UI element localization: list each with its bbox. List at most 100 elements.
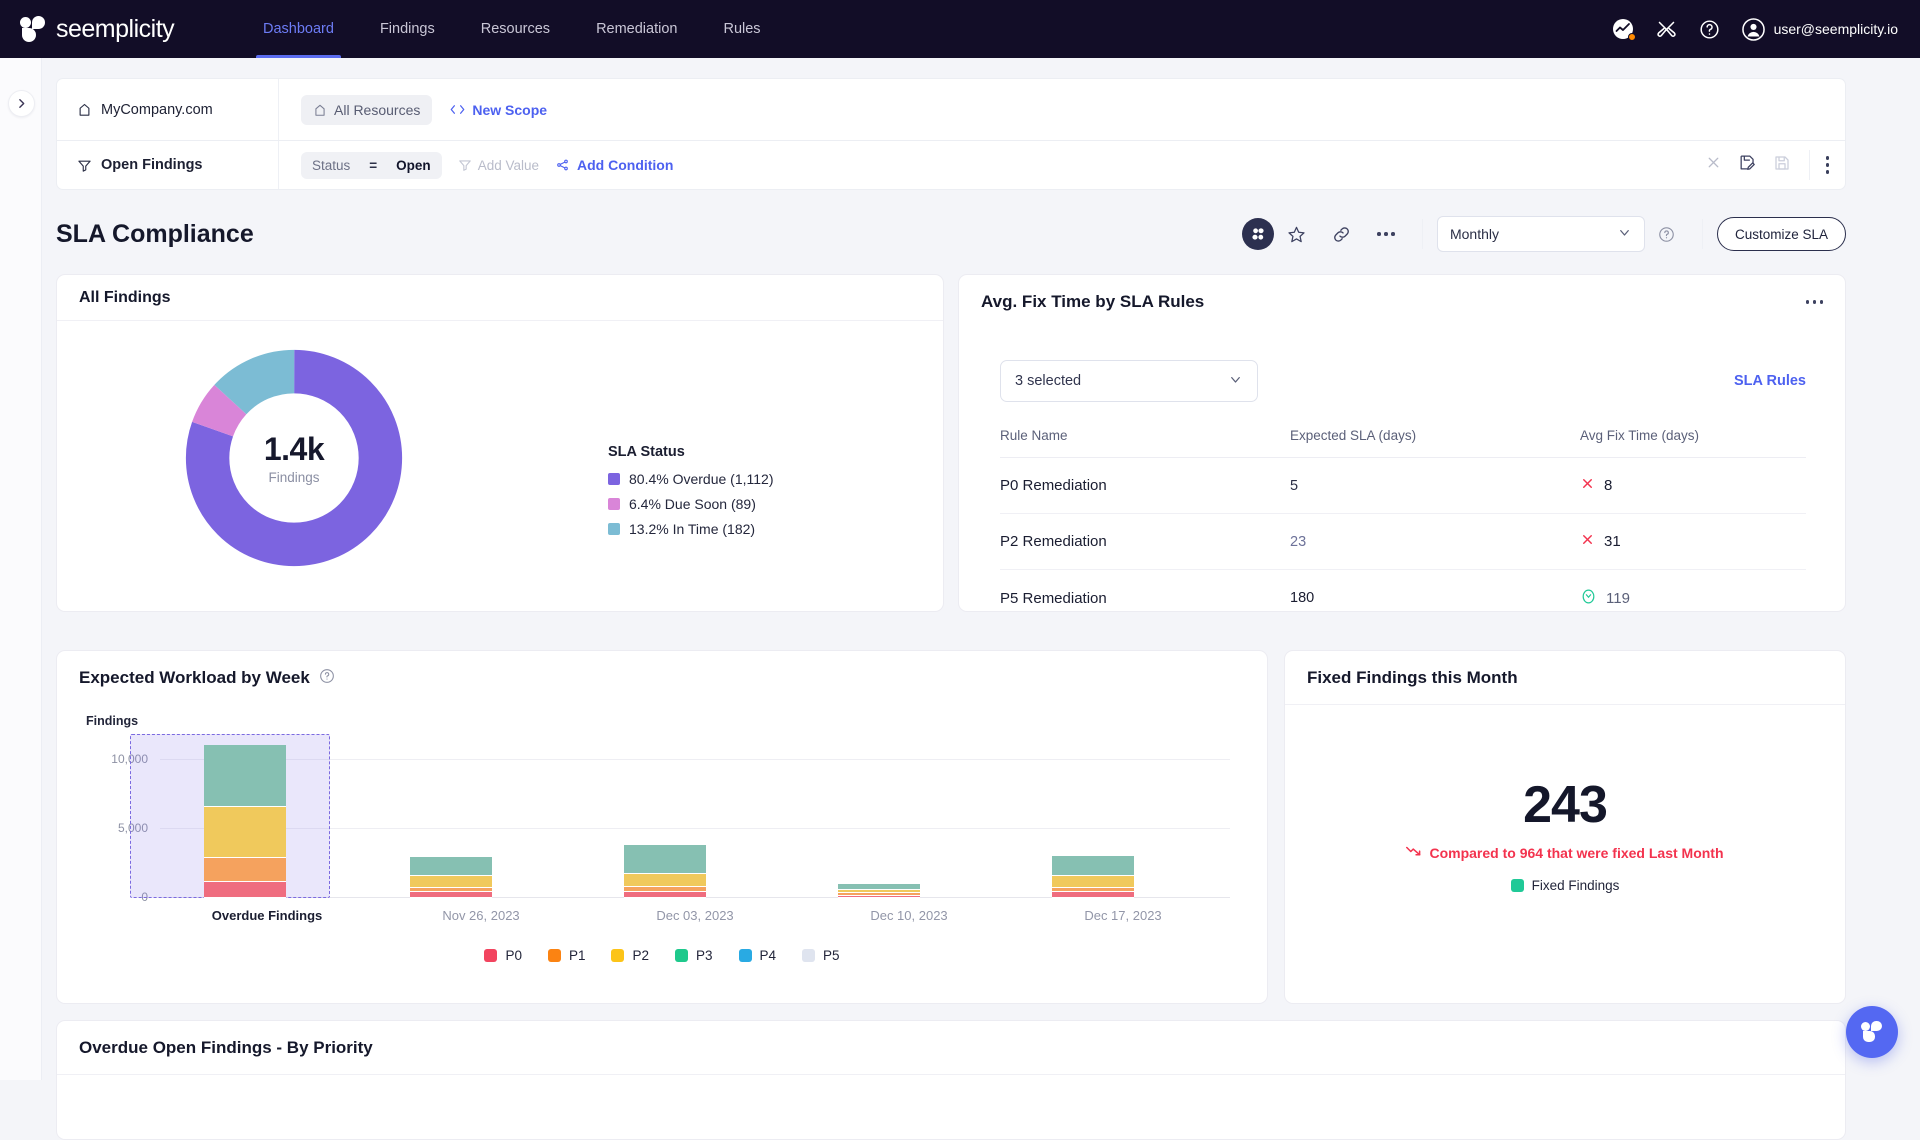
copy-link-icon[interactable] [1319, 225, 1364, 244]
workload-plot-area: 10,000 5,000 0 [160, 738, 1230, 898]
legend-swatch-p1 [548, 949, 561, 962]
legend-item-p5[interactable]: P5 [802, 948, 840, 963]
avg-fix-more-icon[interactable] [1806, 300, 1824, 304]
nav-item-resources[interactable]: Resources [458, 0, 573, 58]
tools-icon[interactable] [1656, 19, 1677, 40]
clear-filter-icon[interactable] [1705, 154, 1722, 176]
bar-segment-p2 [204, 807, 286, 859]
save-filter-icon[interactable] [1773, 154, 1791, 177]
edit-save-filter-icon[interactable] [1738, 153, 1757, 177]
breach-x-icon [1580, 476, 1595, 495]
saved-filter-name[interactable]: Open Findings [57, 141, 279, 189]
bar-group-dec-03[interactable] [624, 845, 706, 898]
sla-rules-link[interactable]: SLA Rules [1734, 373, 1806, 389]
bar-segment-p0 [838, 896, 920, 899]
legend-item-p4[interactable]: P4 [739, 948, 777, 963]
bar-segment-p0 [410, 892, 492, 898]
legend-item-p3[interactable]: P3 [675, 948, 713, 963]
sla-status-legend: SLA Status 80.4% Overdue (1,112) 6.4% Du… [608, 444, 774, 546]
filter-icon [458, 158, 472, 172]
period-help-icon[interactable] [1645, 226, 1688, 243]
legend-label-p1: P1 [569, 948, 586, 963]
filter-condition-status[interactable]: Status = Open [301, 152, 442, 179]
xtick-label-dec-10: Dec 10, 2023 [870, 908, 947, 923]
table-row[interactable]: P5 Remediation 180 119 [1000, 570, 1806, 626]
table-row[interactable]: P2 Remediation 23 31 [1000, 514, 1806, 570]
overdue-title: Overdue Open Findings - By Priority [57, 1021, 1845, 1075]
filter-bar: Open Findings Status = Open Add Value Ad… [56, 140, 1846, 190]
cell-rule-name: P2 Remediation [1000, 533, 1290, 550]
avg-fix-value: 8 [1604, 477, 1612, 494]
activity-icon[interactable] [1612, 18, 1634, 40]
filter-conditions: Status = Open Add Value Add Condition [279, 152, 1705, 179]
sidebar-expand-button[interactable] [8, 90, 35, 117]
home-icon [77, 102, 92, 117]
nav-item-rules[interactable]: Rules [700, 0, 783, 58]
nav-item-remediation[interactable]: Remediation [573, 0, 700, 58]
filter-overflow-menu[interactable] [1810, 156, 1846, 174]
legend-item-due-soon[interactable]: 6.4% Due Soon (89) [608, 496, 774, 512]
legend-title: SLA Status [608, 444, 774, 460]
legend-label-p4: P4 [760, 948, 777, 963]
legend-label-p3: P3 [696, 948, 713, 963]
scope-bar: MyCompany.com All Resources New Scope [56, 78, 1846, 140]
legend-item-in-time[interactable]: 13.2% In Time (182) [608, 521, 774, 537]
bar-group-dec-17[interactable] [1052, 856, 1134, 898]
ok-clock-icon [1580, 588, 1597, 609]
cell-expected-sla: 23 [1290, 534, 1580, 550]
avg-fix-value: 31 [1604, 533, 1621, 550]
add-condition-button[interactable]: Add Condition [555, 157, 673, 173]
xtick-label-overdue-findings: Overdue Findings [212, 908, 323, 923]
brand-logo[interactable]: seemplicity [20, 15, 230, 44]
add-value-label: Add Value [478, 158, 539, 173]
new-scope-label: New Scope [472, 102, 547, 118]
workload-header: Expected Workload by Week [57, 651, 1267, 705]
divider [1702, 219, 1703, 249]
sla-status-donut-chart[interactable]: 1.4k Findings [180, 344, 408, 572]
chevron-right-icon [15, 97, 28, 110]
xtick-label-dec-03: Dec 03, 2023 [656, 908, 733, 923]
help-icon[interactable] [1699, 19, 1720, 40]
period-select[interactable]: Monthly [1437, 216, 1645, 252]
divider [1422, 219, 1423, 249]
fixed-findings-legend[interactable]: Fixed Findings [1284, 878, 1846, 893]
multiselect-value: 3 selected [1015, 373, 1081, 389]
workload-help-icon[interactable] [319, 668, 335, 689]
bar-group-dec-10[interactable] [838, 884, 920, 898]
nav-item-findings[interactable]: Findings [357, 0, 458, 58]
customize-sla-button[interactable]: Customize SLA [1717, 217, 1846, 251]
scope-company[interactable]: MyCompany.com [57, 79, 279, 140]
condition-operator: = [361, 152, 385, 179]
bar-segment-p2 [624, 874, 706, 887]
legend-swatch-p0 [484, 949, 497, 962]
legend-swatch-p5 [802, 949, 815, 962]
chevron-down-icon [1617, 225, 1632, 243]
bar-group-overdue-findings[interactable] [204, 745, 286, 898]
bar-segment-p3 [204, 745, 286, 807]
bar-group-nov-26[interactable] [410, 857, 492, 898]
table-row[interactable]: P0 Remediation 5 8 [1000, 458, 1806, 514]
nav-item-dashboard[interactable]: Dashboard [240, 0, 357, 58]
seemplicity-logo-icon [20, 16, 46, 42]
add-value-button[interactable]: Add Value [458, 158, 539, 173]
new-scope-button[interactable]: New Scope [450, 102, 547, 118]
dashboard-badge-icon[interactable] [1242, 218, 1274, 250]
user-menu[interactable]: user@seemplicity.io [1742, 18, 1898, 41]
scope-chips: All Resources New Scope [279, 95, 547, 125]
favorite-star-icon[interactable] [1274, 225, 1319, 244]
more-options-icon[interactable] [1364, 232, 1408, 236]
sla-rules-multiselect[interactable]: 3 selected [1000, 360, 1258, 402]
legend-item-p1[interactable]: P1 [548, 948, 586, 963]
legend-item-p2[interactable]: P2 [611, 948, 649, 963]
bar-segment-p2 [410, 876, 492, 889]
blocks-icon [1250, 226, 1266, 242]
legend-label-p5: P5 [823, 948, 840, 963]
cell-expected-sla: 5 [1290, 478, 1580, 494]
all-resources-chip[interactable]: All Resources [301, 95, 432, 125]
legend-item-p0[interactable]: P0 [484, 948, 522, 963]
sidebar-strip [0, 58, 42, 1080]
period-select-value: Monthly [1450, 226, 1499, 242]
legend-item-overdue[interactable]: 80.4% Overdue (1,112) [608, 471, 774, 487]
support-chat-fab[interactable] [1846, 1006, 1898, 1058]
legend-swatch-overdue [608, 473, 620, 485]
